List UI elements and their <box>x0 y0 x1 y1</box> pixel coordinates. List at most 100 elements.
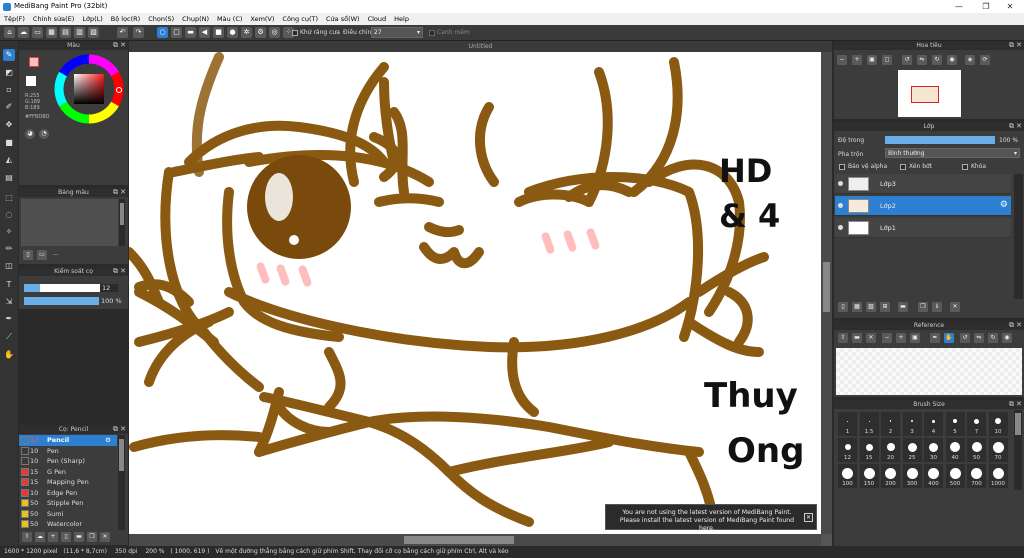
magic-wand-icon[interactable]: ✧ <box>3 226 15 238</box>
select-eraser-icon[interactable]: ◫ <box>3 260 15 272</box>
brush-size-cell[interactable]: 1.5 <box>859 412 879 436</box>
expand-icon[interactable]: ⧉ <box>113 188 118 197</box>
menu-window[interactable]: Cửa sổ(W) <box>322 13 364 25</box>
menu-snap[interactable]: Chụp(N) <box>178 13 213 25</box>
close-button[interactable]: ✕ <box>996 0 1024 13</box>
brush-size-cell[interactable]: 2 <box>881 412 900 436</box>
flip-icon[interactable]: ⇋ <box>917 55 927 65</box>
protect-alpha-checkbox[interactable] <box>839 164 845 170</box>
color-wheel[interactable] <box>54 54 124 124</box>
ref-folder-icon[interactable]: ▬ <box>852 333 862 343</box>
brush-size-cell[interactable]: 3 <box>902 412 922 436</box>
layer-row-1[interactable]: Lớp1 <box>835 218 1011 238</box>
move-tool-icon[interactable]: ✥ <box>3 119 15 131</box>
target-icon[interactable]: ◎ <box>269 27 280 38</box>
menu-select[interactable]: Chọn(S) <box>144 13 178 25</box>
brush-size-cell[interactable]: 700 <box>967 464 986 488</box>
close-icon[interactable]: ✕ <box>120 267 126 276</box>
delete-layer-icon[interactable]: ✕ <box>950 302 960 312</box>
triangle-icon[interactable]: ◀ <box>199 27 210 38</box>
redo-icon[interactable]: ↷ <box>133 27 144 38</box>
gear-icon[interactable]: ⚙ <box>1000 200 1008 210</box>
close-icon[interactable]: ✕ <box>120 188 126 197</box>
brush-size-cell[interactable]: 4 <box>924 412 943 436</box>
brush-copy-icon[interactable]: ❐ <box>87 532 97 542</box>
brush-opacity-slider[interactable] <box>24 297 99 305</box>
brush-size-cell[interactable]: 25 <box>902 438 922 462</box>
divide-tool-icon[interactable]: ⟋ <box>3 331 15 343</box>
brush-size-cell[interactable]: 70 <box>988 438 1008 462</box>
brush-item-pen[interactable]: 10 Pen <box>19 446 117 457</box>
ref-fit-icon[interactable]: ▣ <box>910 333 920 343</box>
brush-size-cell[interactable]: 30 <box>924 438 943 462</box>
brush-size-cell[interactable]: 200 <box>881 464 900 488</box>
select-pen-icon[interactable]: ✏ <box>3 243 15 255</box>
actual-size-icon[interactable]: ◻ <box>882 55 892 65</box>
layer-row-3[interactable]: Lớp3 <box>835 174 1011 194</box>
palette-picker-icon[interactable]: ◕ <box>25 129 35 139</box>
cloud-icon[interactable]: ☁ <box>18 27 29 38</box>
update-notice[interactable]: You are not using the latest version of … <box>605 504 817 532</box>
zoom-out-icon[interactable]: − <box>837 55 847 65</box>
adjust-select[interactable]: 27 ▾ <box>371 27 423 38</box>
menu-file[interactable]: Tệp(F) <box>0 13 29 25</box>
delete-color-icon[interactable]: ▭ <box>37 250 47 260</box>
brush-size-cell[interactable]: 20 <box>881 438 900 462</box>
brush-size-cell[interactable]: 5 <box>945 412 965 436</box>
chat-icon[interactable]: ▭ <box>32 27 43 38</box>
grid-icon[interactable]: ▦ <box>46 27 57 38</box>
eye-icon[interactable] <box>838 181 843 186</box>
expand-icon[interactable]: ⧉ <box>1009 321 1014 330</box>
expand-icon[interactable]: ⧉ <box>113 425 118 434</box>
fit-icon[interactable]: ▣ <box>867 55 877 65</box>
close-icon[interactable]: ✕ <box>120 41 126 50</box>
operation-tool-icon[interactable]: ⇲ <box>3 296 15 308</box>
nav-stop-icon[interactable]: ◈ <box>965 55 975 65</box>
brush-item-watercolor[interactable]: 50 Watercolor <box>19 519 117 530</box>
brush-item-sumi[interactable]: 50 Sumi <box>19 509 117 520</box>
brush-size-cell[interactable]: 40 <box>945 438 965 462</box>
duplicate-layer-icon[interactable]: ❐ <box>918 302 928 312</box>
expand-icon[interactable]: ⧉ <box>113 267 118 276</box>
circle-icon[interactable]: ● <box>227 27 238 38</box>
brush-item-stipple-pen[interactable]: 50 Stipple Pen <box>19 498 117 509</box>
palette-scrollbar[interactable] <box>119 199 125 246</box>
rotate-left-icon[interactable]: ↺ <box>902 55 912 65</box>
brush-tool-icon[interactable]: ✎ <box>3 49 15 61</box>
expand-icon[interactable]: ⧉ <box>113 41 118 50</box>
brush-cloud-icon[interactable]: ☁ <box>35 532 45 542</box>
new-layer-icon[interactable]: ▯ <box>838 302 848 312</box>
color-mix-icon[interactable]: ◔ <box>39 129 49 139</box>
ref-reset-icon[interactable]: ◉ <box>1002 333 1012 343</box>
document-tab[interactable]: Untitled <box>129 41 832 52</box>
ref-hand-icon[interactable]: ✋ <box>944 333 954 343</box>
lock-checkbox[interactable] <box>962 164 968 170</box>
ref-zoom-in-icon[interactable]: + <box>896 333 906 343</box>
zoom-in-icon[interactable]: + <box>852 55 862 65</box>
antialias-checkbox[interactable] <box>292 30 298 36</box>
brush-size-cell[interactable]: 100 <box>838 464 857 488</box>
merge-down-icon[interactable]: ⇓ <box>932 302 942 312</box>
eyedropper-icon[interactable]: ✒ <box>3 313 15 325</box>
reference-canvas[interactable] <box>836 348 1022 395</box>
reset-rotate-icon[interactable]: ◉ <box>947 55 957 65</box>
bucket-tool-icon[interactable]: ◭ <box>3 154 15 166</box>
transform-icon[interactable]: ✲ <box>241 27 252 38</box>
primary-color-swatch[interactable] <box>29 57 39 67</box>
menu-filter[interactable]: Bộ lọc(R) <box>107 13 144 25</box>
eye-icon[interactable] <box>838 225 843 230</box>
close-icon[interactable]: ✕ <box>1016 122 1022 131</box>
layer-opacity-slider[interactable] <box>885 136 995 144</box>
menu-tools[interactable]: Công cụ(T) <box>278 13 322 25</box>
select-fill-icon[interactable]: ▬ <box>185 27 196 38</box>
lasso-tool-icon[interactable]: ◌ <box>3 209 15 221</box>
gear-icon[interactable]: ⚙ <box>255 27 266 38</box>
brush-upload-icon[interactable]: ⇧ <box>22 532 32 542</box>
table-icon[interactable]: ▧ <box>88 27 99 38</box>
add-color-icon[interactable]: ▯ <box>23 250 33 260</box>
eraser-tool-icon[interactable]: ◩ <box>3 67 15 79</box>
layer-scrollbar[interactable] <box>1014 174 1023 299</box>
brush-item-pen-sharp[interactable]: 10 Pen (Sharp) <box>19 456 117 467</box>
brush-folder-icon[interactable]: ▬ <box>74 532 84 542</box>
brush-size-cell[interactable]: 15 <box>859 438 879 462</box>
